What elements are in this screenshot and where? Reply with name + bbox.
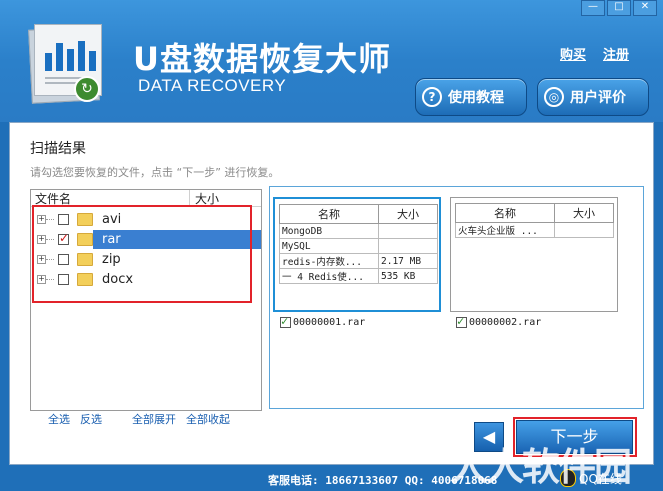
watermark: 人人软件园 [450, 445, 632, 489]
cell-name: MongoDB [279, 223, 379, 239]
highlight-box [32, 205, 252, 303]
header: — □ ✕ ↻ U盘数据恢复大师 DATA RECOVERY 购买 注册 ? 使… [0, 0, 663, 122]
preview-panel: 名称 大小 MongoDB MySQL redis-内存数... 2.17 MB… [269, 186, 644, 409]
cell-size: 2.17 MB [378, 253, 438, 269]
cell-size [378, 238, 438, 254]
window-controls: — □ ✕ [581, 0, 657, 16]
archive-file-1[interactable]: 00000001.rar [280, 314, 366, 328]
table-row[interactable]: 一 4 Redis使... 535 KB [279, 268, 438, 284]
table-row[interactable]: redis-内存数... 2.17 MB [279, 253, 438, 269]
table-row[interactable]: 火车头企业版 ... [455, 222, 614, 238]
register-link[interactable]: 注册 [603, 44, 629, 63]
buy-link[interactable]: 购买 [560, 44, 586, 63]
close-button[interactable]: ✕ [633, 0, 657, 16]
tutorial-label: 使用教程 [448, 90, 504, 106]
archive-file-2[interactable]: 00000002.rar [456, 314, 542, 328]
user-review-button[interactable]: ◎ 用户评价 [537, 78, 649, 116]
archive-table-1: 名称 大小 MongoDB MySQL redis-内存数... 2.17 MB… [279, 204, 438, 284]
select-all-link[interactable]: 全选 [48, 411, 70, 427]
column-name: 名称 [455, 203, 555, 223]
cell-size [378, 223, 438, 239]
recover-arrow-icon: ↻ [74, 76, 100, 102]
instruction-hint: 请勾选您要恢复的文件，点击 “下一步” 进行恢复。 [30, 166, 280, 179]
cell-name: redis-内存数... [279, 253, 379, 269]
checkbox-archive-1[interactable] [280, 314, 291, 328]
restore-button[interactable]: □ [607, 0, 631, 16]
main-content: 扫描结果 请勾选您要恢复的文件，点击 “下一步” 进行恢复。 文件名 大小 + … [9, 122, 654, 465]
archive-table-2: 名称 大小 火车头企业版 ... [455, 203, 614, 238]
archive-filename: 00000002.rar [469, 317, 542, 328]
invert-selection-link[interactable]: 反选 [80, 411, 102, 427]
checkbox-archive-2[interactable] [456, 314, 467, 328]
cell-name: 一 4 Redis使... [279, 268, 379, 284]
tutorial-button[interactable]: ? 使用教程 [415, 78, 527, 116]
table-row[interactable]: MongoDB [279, 223, 438, 239]
cell-size: 535 KB [378, 268, 438, 284]
review-icon: ◎ [544, 87, 564, 107]
help-icon: ? [422, 87, 442, 107]
cell-name: 火车头企业版 ... [455, 222, 555, 238]
expand-all-link[interactable]: 全部展开 [132, 411, 176, 427]
column-size: 大小 [378, 204, 438, 224]
app-title: U盘数据恢复大师 [133, 40, 391, 78]
cell-name: MySQL [279, 238, 379, 254]
app-subtitle: DATA RECOVERY [138, 76, 287, 95]
column-name: 名称 [279, 204, 379, 224]
table-row[interactable]: MySQL [279, 238, 438, 254]
scan-results-title: 扫描结果 [30, 141, 86, 157]
collapse-all-link[interactable]: 全部收起 [186, 411, 230, 427]
minimize-button[interactable]: — [581, 0, 605, 16]
column-size: 大小 [554, 203, 614, 223]
cell-size [554, 222, 614, 238]
user-review-label: 用户评价 [570, 90, 626, 106]
archive-filename: 00000001.rar [293, 317, 366, 328]
app-logo-icon: ↻ [20, 20, 106, 104]
archive-preview-2[interactable]: 名称 大小 火车头企业版 ... [450, 197, 618, 312]
archive-preview-1[interactable]: 名称 大小 MongoDB MySQL redis-内存数... 2.17 MB… [273, 197, 441, 312]
